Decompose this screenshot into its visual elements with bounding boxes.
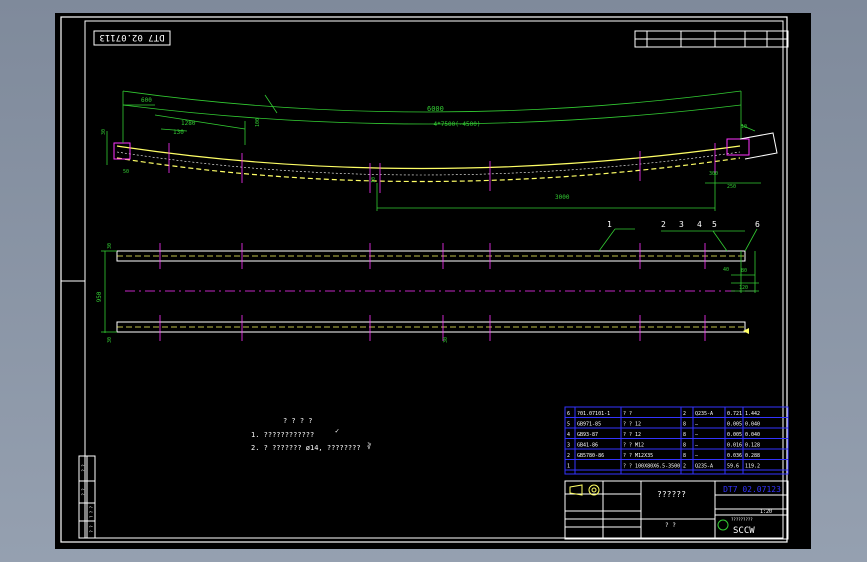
parts-cell-code: GB5780-86 (577, 453, 604, 459)
spring-bottom-curve (116, 157, 741, 183)
dim-vert-a: 30 (101, 129, 107, 135)
dim-l3: 100 (255, 118, 261, 127)
dim-l4: 50 (123, 169, 129, 175)
parts-cell-w2: 0.040 (745, 432, 760, 438)
dim-span: 6000 (427, 105, 444, 113)
parts-cell-qty: 8 (683, 432, 686, 438)
parts-cell-material: Q235-A (695, 464, 713, 470)
parts-cell-w1: 0.016 (727, 443, 742, 449)
left-end-bracket (113, 142, 131, 160)
company-subtitle: ????????? (731, 517, 753, 522)
parts-cell-w1: 0.005 (727, 432, 742, 438)
dim-l1: 1280 (181, 120, 196, 127)
spring-mid-curve (116, 151, 741, 176)
parts-cell-name: ? ? 100X80X6.5-3500 (623, 464, 680, 470)
spring-top-curve (116, 145, 741, 170)
parts-cell-material: — (695, 443, 699, 449)
parts-cell-w1: 0.721 (727, 411, 742, 417)
drawing-code-rotated: DT7 02.07113 (99, 32, 164, 42)
parts-cell-no: 4 (567, 432, 570, 438)
parts-cell-no: 2 (567, 453, 570, 459)
parts-cell-w2: 0.128 (745, 443, 760, 449)
dim-vert-b: 10 (371, 177, 377, 183)
callout-1: 1 (607, 220, 612, 229)
parts-cell-name: ? ? M12X35 (623, 453, 653, 459)
notes-line1: 1. ???????????? (251, 431, 314, 439)
roughness-icon: ✓ (335, 427, 339, 435)
callout-6: 6 (755, 220, 760, 229)
parts-cell-code: GB41-86 (577, 443, 598, 449)
left-strip-0: ? ? (81, 464, 86, 472)
dim-left: 600 (141, 97, 152, 104)
plan-dim-left-bottom: 30 (107, 337, 113, 343)
parts-cell-qty: 8 (683, 422, 686, 428)
parts-cell-name: ? ? M12 (623, 443, 644, 449)
drawing-number: DT7 02.07123 (723, 485, 781, 494)
title-footer: ? ? (665, 522, 676, 529)
drawing-canvas[interactable]: DT7 02.07113 6000 4*7500(-4500) 600 1280… (55, 13, 811, 549)
callout-3: 3 (679, 220, 684, 229)
plan-dim-right-b: 40 (723, 267, 729, 273)
parts-cell-name: ? ? 12 (623, 422, 641, 428)
dim-l2: 130 (173, 129, 184, 136)
left-strip-2: ? ? ? (89, 505, 94, 518)
parts-cell-w1: 0.036 (727, 453, 742, 459)
parts-cell-w2: 0.288 (745, 453, 760, 459)
parts-cell-material: — (695, 453, 699, 459)
parts-cell-no: 1 (567, 464, 570, 470)
callout-2: 2 (661, 220, 666, 229)
plan-dim-right-a: 80 (741, 268, 747, 274)
callout-4: 4 (697, 220, 702, 229)
parts-cell-code: GB971-85 (577, 422, 601, 428)
parts-cell-material: Q235-A (695, 411, 713, 417)
parts-cell-no: 5 (567, 422, 570, 428)
cad-viewport: DT7 02.07113 6000 4*7500(-4500) 600 1280… (0, 0, 867, 562)
elevation-view: 6000 4*7500(-4500) 600 1280 130 100 30 5… (101, 90, 778, 211)
parts-cell-material: — (695, 422, 699, 428)
dim-right-b: 300 (709, 171, 718, 177)
plan-dim-left-top: 30 (107, 243, 113, 249)
parts-cell-qty: 8 (683, 453, 686, 459)
drawing-scale: 1:20 (760, 509, 772, 515)
parts-cell-w2: 0.040 (745, 422, 760, 428)
drawing-svg: DT7 02.07113 6000 4*7500(-4500) 600 1280… (60, 16, 789, 543)
parts-cell-qty: 2 (683, 464, 686, 470)
notes-title: ? ? ? ? (283, 417, 313, 425)
dim-bottom: 3000 (555, 194, 570, 201)
parts-cell-name: ? ? (623, 411, 632, 417)
company-name: SCCW (733, 526, 755, 536)
parts-cell-no: 6 (567, 411, 570, 417)
callout-5: 5 (712, 220, 717, 229)
notes-block: ? ? ? ? 1. ???????????? ✓ 2. ? ??????? ø… (251, 417, 372, 452)
parts-cell-w2: 1.442 (745, 411, 760, 417)
dim-right-a: 10 (741, 124, 747, 130)
arrow-icon (743, 328, 749, 334)
parts-cell-qty: 8 (683, 443, 686, 449)
left-strip-3: ? ? (89, 525, 94, 533)
dim-right-c: 250 (727, 184, 736, 190)
parts-cell-material: — (695, 432, 699, 438)
parts-cell-qty: 2 (683, 411, 686, 417)
plan-dim-width: 950 (96, 291, 103, 302)
drawing-title: ?????? (657, 490, 686, 499)
parts-table: 6 ?01.07101-1 ? ? 2 Q235-A 0.721 1.442 5 GB971-8… (564, 406, 789, 475)
parts-cell-code: ?01.07101-1 (577, 411, 610, 417)
company-logo-icon (717, 519, 729, 531)
parts-cell-code: GB93-87 (577, 432, 598, 438)
notes-line2: 2. ? ??????? ø14, ???????? (251, 444, 361, 452)
dim-chord: 4*7500(-4500) (434, 121, 481, 128)
parts-cell-w2: 119.2 (745, 464, 760, 470)
revision-table (634, 30, 789, 48)
plan-view: 950 30 30 30 80 40 120 1 2 3 4 5 6 (96, 220, 760, 343)
parts-cell-w1: 59.6 (727, 464, 739, 470)
parts-cell-no: 3 (567, 443, 570, 449)
plan-dim-mid-bottom: 30 (443, 337, 449, 343)
surface-finish-icon: ∛ (367, 442, 372, 451)
parts-cell-w1: 0.005 (727, 422, 742, 428)
plan-dim-right-c: 120 (739, 285, 748, 291)
parts-cell-name: ? ? 12 (623, 432, 641, 438)
left-strip-1: ? ? (81, 488, 86, 496)
